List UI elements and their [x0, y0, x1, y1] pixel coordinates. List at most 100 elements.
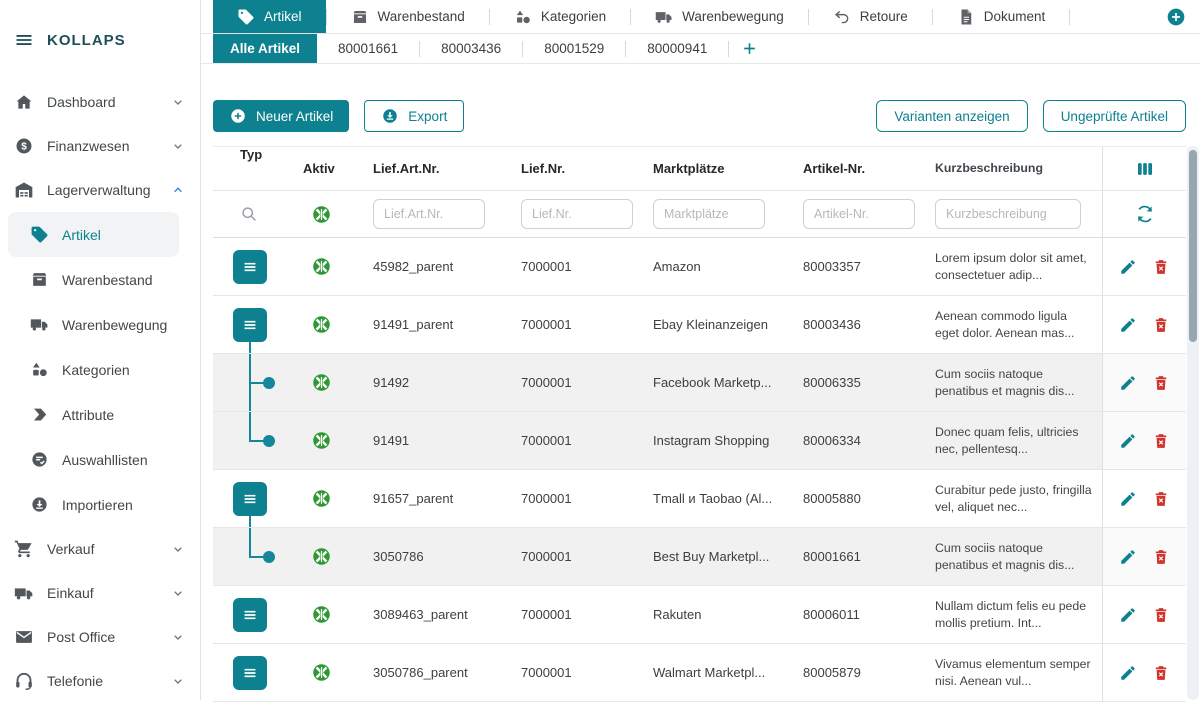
tab-artikel[interactable]: Artikel [213, 0, 326, 33]
table-row[interactable]: 91491_parent 7000001 Ebay Kleinanzeigen … [213, 296, 1186, 354]
sidebar-item-telefonie[interactable]: Telefonie [0, 659, 200, 703]
export-button[interactable]: Export [364, 100, 464, 132]
sidebar-item-importieren[interactable]: Importieren [8, 482, 179, 527]
filter-lief-art-nr-input[interactable] [373, 199, 485, 229]
tab-retoure[interactable]: Retoure [809, 0, 932, 33]
tab-warenbestand[interactable]: Warenbestand [327, 0, 489, 33]
subtab-alle-artikel[interactable]: Alle Artikel [213, 34, 317, 63]
document-icon [957, 8, 975, 26]
sidebar-item-auswahllisten[interactable]: Auswahllisten [8, 437, 179, 482]
row-type-button[interactable] [233, 656, 267, 690]
delete-button[interactable] [1152, 374, 1170, 392]
unchecked-articles-button[interactable]: Ungeprüfte Artikel [1043, 100, 1186, 132]
edit-button[interactable] [1119, 548, 1137, 566]
shapes-icon [514, 8, 532, 26]
delete-button[interactable] [1152, 664, 1170, 682]
active-status-icon [312, 431, 331, 450]
cell-lief-nr: 7000001 [505, 607, 637, 622]
main-area: Artikel Warenbestand Kategorien Warenbew… [201, 0, 1200, 700]
search-icon[interactable] [240, 205, 258, 223]
refresh-button[interactable] [1135, 204, 1155, 224]
edit-icon [1119, 664, 1137, 682]
edit-button[interactable] [1119, 432, 1137, 450]
delete-button[interactable] [1152, 548, 1170, 566]
tab-separator [1069, 9, 1070, 25]
sidebar-item-lagerverwaltung[interactable]: Lagerverwaltung [0, 168, 200, 212]
tree-connector-line [249, 516, 251, 527]
delete-button[interactable] [1152, 490, 1170, 508]
subtab-80001529[interactable]: 80001529 [523, 34, 625, 63]
return-icon [833, 8, 851, 26]
list-icon [240, 257, 260, 277]
table-row[interactable]: 3089463_parent 7000001 Rakuten 80006011 … [213, 586, 1186, 644]
scrollbar-thumb[interactable] [1189, 150, 1197, 342]
tab-dokument[interactable]: Dokument [933, 0, 1070, 33]
list-icon [240, 315, 260, 335]
active-filter-toggle[interactable] [312, 205, 331, 224]
menu-icon[interactable] [14, 30, 34, 50]
filter-lief-nr-input[interactable] [521, 199, 633, 229]
cell-artikel-nr: 80006334 [787, 433, 927, 448]
row-type-button[interactable] [233, 308, 267, 342]
cell-lief-nr: 7000001 [505, 259, 637, 274]
subtab-80003436[interactable]: 80003436 [420, 34, 522, 63]
tree-connector-line [249, 342, 251, 353]
edit-button[interactable] [1119, 258, 1137, 276]
export-label: Export [408, 109, 447, 124]
box-icon [351, 8, 369, 26]
edit-button[interactable] [1119, 606, 1137, 624]
table-row[interactable]: 3050786 7000001 Best Buy Marketpl... 800… [213, 528, 1186, 586]
table-row[interactable]: 91657_parent 7000001 Tmall и Taobao (Al.… [213, 470, 1186, 528]
sidebar-item-attribute[interactable]: Attribute [8, 392, 179, 437]
table-row[interactable]: 3050786_parent 7000001 Walmart Marketpl.… [213, 644, 1186, 702]
sidebar-item-finanzwesen[interactable]: $ Finanzwesen [0, 124, 200, 168]
cell-marktplaetze: Instagram Shopping [637, 433, 787, 448]
columns-button[interactable] [1135, 159, 1155, 179]
sidebar-item-verkauf[interactable]: Verkauf [0, 527, 200, 571]
cell-kurzbeschreibung: Cum sociis natoque penatibus et magnis d… [927, 540, 1102, 574]
row-type-button[interactable] [233, 250, 267, 284]
sidebar-item-kategorien[interactable]: Kategorien [8, 347, 179, 392]
delete-button[interactable] [1152, 606, 1170, 624]
delete-button[interactable] [1152, 432, 1170, 450]
subtab-80000941[interactable]: 80000941 [626, 34, 728, 63]
filter-marktplaetze-input[interactable] [653, 199, 765, 229]
cell-kurzbeschreibung: Lorem ipsum dolor sit amet, consectetuer… [927, 250, 1102, 284]
edit-button[interactable] [1119, 664, 1137, 682]
sidebar-item-artikel[interactable]: Artikel [8, 212, 179, 257]
sidebar-item-einkauf[interactable]: Einkauf [0, 571, 200, 615]
add-article-tab-button[interactable] [729, 34, 770, 63]
chevron-down-icon [170, 673, 186, 689]
subtab-80001661[interactable]: 80001661 [317, 34, 419, 63]
cell-lief-art-nr: 91657_parent [357, 491, 505, 506]
edit-button[interactable] [1119, 316, 1137, 334]
filter-kurzbeschreibung-input[interactable] [935, 199, 1081, 229]
delete-button[interactable] [1152, 258, 1170, 276]
row-type-button[interactable] [233, 482, 267, 516]
edit-button[interactable] [1119, 490, 1137, 508]
tab-warenbewegung[interactable]: Warenbewegung [631, 0, 808, 33]
tree-connector-dot [263, 435, 275, 447]
cell-artikel-nr: 80005879 [787, 665, 927, 680]
sidebar-item-warenbewegung[interactable]: Warenbewegung [8, 302, 179, 347]
new-article-button[interactable]: Neuer Artikel [213, 100, 349, 132]
chevron-down-icon [170, 585, 186, 601]
active-status-icon [312, 663, 331, 682]
table-row[interactable]: 91492 7000001 Facebook Marketp... 800063… [213, 354, 1186, 412]
show-variants-button[interactable]: Varianten anzeigen [876, 100, 1027, 132]
sidebar-item-warenbestand[interactable]: Warenbestand [8, 257, 179, 302]
sidebar-item-dashboard[interactable]: Dashboard [0, 80, 200, 124]
edit-button[interactable] [1119, 374, 1137, 392]
table-row[interactable]: 45982_parent 7000001 Amazon 80003357 Lor… [213, 238, 1186, 296]
cell-marktplaetze: Facebook Marketp... [637, 375, 787, 390]
delete-icon [1152, 258, 1170, 276]
filter-artikel-nr-input[interactable] [803, 199, 915, 229]
col-artikel-nr: Artikel-Nr. [787, 161, 927, 176]
list-circle-icon [30, 450, 49, 469]
row-type-button[interactable] [233, 598, 267, 632]
sidebar-item-post-office[interactable]: Post Office [0, 615, 200, 659]
table-row[interactable]: 91491 7000001 Instagram Shopping 8000633… [213, 412, 1186, 470]
delete-button[interactable] [1152, 316, 1170, 334]
tab-kategorien[interactable]: Kategorien [490, 0, 630, 33]
add-tab-button[interactable] [1166, 7, 1186, 27]
